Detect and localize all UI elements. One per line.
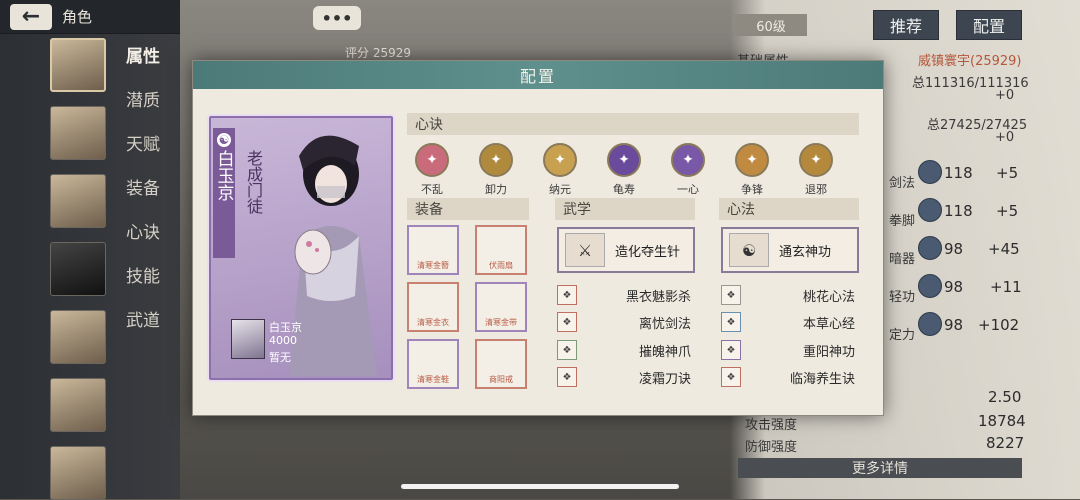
tab-xinjue[interactable]: 心诀 <box>126 218 160 243</box>
stat-lightness-icon <box>918 274 942 298</box>
skill-icon: ❖ <box>721 312 741 332</box>
mp-bonus: +0 <box>995 130 1015 145</box>
extra-stat-value: 2.50 <box>988 388 1022 406</box>
equip-slot-hairpin[interactable]: 清寒金簪 <box>407 225 459 275</box>
skill-icon: ❖ <box>557 312 577 332</box>
config-modal: 配置 白玉京 ☯ 老成门徒 白玉京 4000 暂无 心诀 ✦ 不乱 ✦ 卸力 ✦ 纳元 ✦ 龟… <box>192 60 884 416</box>
character-avatar-list <box>50 38 106 500</box>
xinjue-icon[interactable]: ✦ <box>607 143 641 177</box>
wuxue-skill-item[interactable]: ❖ 凌霜刀诀 <box>557 367 697 387</box>
attack-value: 18784 <box>978 412 1026 430</box>
tab-equipment[interactable]: 装备 <box>126 174 160 199</box>
character-mini-power: 4000 <box>269 334 297 347</box>
character-avatar[interactable] <box>50 38 106 92</box>
equip-slot-boots[interactable]: 清寒金鞋 <box>407 339 459 389</box>
score-tag: 评分 25929 <box>345 46 412 60</box>
xinfa-skill-item[interactable]: ❖ 桃花心法 <box>721 285 861 305</box>
xinjue-label: 龟寿 <box>613 183 635 196</box>
xinfa-section-header: 心法 <box>719 198 859 220</box>
xinjue-label: 一心 <box>677 183 699 196</box>
character-avatar[interactable] <box>50 378 106 432</box>
yin-yang-icon: ☯ <box>216 132 232 148</box>
power-rating: 威镇寰宇(25929) <box>918 54 1022 69</box>
xinjue-icon[interactable]: ✦ <box>543 143 577 177</box>
defense-label: 防御强度 <box>745 440 798 455</box>
hp-bonus: +0 <box>995 88 1015 103</box>
xinjue-label: 争锋 <box>741 183 763 196</box>
category-tabs: 属性 潜质 天赋 装备 心诀 技能 武道 <box>126 42 160 331</box>
tab-potential[interactable]: 潜质 <box>126 86 160 111</box>
character-avatar[interactable] <box>50 174 106 228</box>
skill-icon: ❖ <box>557 340 577 360</box>
skill-icon: ❖ <box>721 367 741 387</box>
page-title: 角色 <box>62 8 93 26</box>
xinjue-icon[interactable]: ✦ <box>735 143 769 177</box>
character-mini-name: 白玉京 <box>269 321 302 334</box>
stat-focus-icon <box>918 312 942 336</box>
chat-bubble-icon[interactable]: ••• <box>313 6 361 30</box>
wuxue-main-skill[interactable]: ⚔ 造化夺生针 <box>557 227 695 273</box>
character-avatar[interactable] <box>50 310 106 364</box>
config-button[interactable]: 配置 <box>956 10 1022 40</box>
xinjue-icon[interactable]: ✦ <box>479 143 513 177</box>
character-avatar[interactable] <box>50 106 106 160</box>
character-avatar-locked[interactable] <box>50 242 106 296</box>
xinjue-icon[interactable]: ✦ <box>415 143 449 177</box>
stat-fist-icon <box>918 198 942 222</box>
more-details-button[interactable]: 更多详情 <box>738 458 1022 478</box>
character-card: 白玉京 ☯ 老成门徒 白玉京 4000 暂无 <box>207 114 395 382</box>
xinjue-label: 卸力 <box>485 183 507 196</box>
skill-icon: ❖ <box>721 340 741 360</box>
back-arrow-icon[interactable]: ← <box>10 3 52 30</box>
equip-slot-ring[interactable]: 商阳戒 <box>475 339 527 389</box>
wuxue-skill-item[interactable]: ❖ 离忧剑法 <box>557 312 697 332</box>
xinjue-label: 退邪 <box>805 183 827 196</box>
xinfa-main-skill[interactable]: ☯ 通玄神功 <box>721 227 859 273</box>
equip-section-header: 装备 <box>407 198 529 220</box>
xinjue-icon[interactable]: ✦ <box>671 143 705 177</box>
defense-value: 8227 <box>986 434 1025 452</box>
xinfa-skill-item[interactable]: ❖ 临海养生诀 <box>721 367 861 387</box>
xinjue-section-header: 心诀 <box>407 113 859 135</box>
equip-slot-belt[interactable]: 清寒金带 <box>475 282 527 332</box>
attack-label: 攻击强度 <box>745 418 798 433</box>
stat-hidden-weapon-icon <box>918 236 942 260</box>
tab-talent[interactable]: 天赋 <box>126 130 160 155</box>
skill-icon: ❖ <box>721 285 741 305</box>
level-badge: 60级 <box>735 14 807 36</box>
xinjue-icon[interactable]: ✦ <box>799 143 833 177</box>
tab-wudao[interactable]: 武道 <box>126 306 160 331</box>
equip-slot-fan[interactable]: 伏雨扇 <box>475 225 527 275</box>
character-mini-state: 暂无 <box>269 351 291 364</box>
character-avatar[interactable] <box>50 446 106 500</box>
wuxue-skill-item[interactable]: ❖ 黑衣魅影杀 <box>557 285 697 305</box>
tab-attributes[interactable]: 属性 <box>126 42 160 67</box>
home-indicator[interactable] <box>401 484 679 489</box>
martial-art-icon: ⚔ <box>565 233 605 267</box>
recommend-button[interactable]: 推荐 <box>873 10 939 40</box>
character-title: 老成门徒 <box>244 150 263 214</box>
top-nav-bar: ← 角色 <box>0 0 180 34</box>
xinjue-label: 纳元 <box>549 183 571 196</box>
wuxue-section-header: 武学 <box>555 198 695 220</box>
xinjue-label: 不乱 <box>421 183 443 196</box>
modal-title: 配置 <box>193 61 883 89</box>
xinfa-skill-item[interactable]: ❖ 重阳神功 <box>721 340 861 360</box>
stat-sword-icon <box>918 160 942 184</box>
equip-slot-robe[interactable]: 清寒金衣 <box>407 282 459 332</box>
meditation-icon: ☯ <box>729 233 769 267</box>
skill-icon: ❖ <box>557 367 577 387</box>
skill-icon: ❖ <box>557 285 577 305</box>
xinfa-skill-item[interactable]: ❖ 本草心经 <box>721 312 861 332</box>
tab-skills[interactable]: 技能 <box>126 262 160 287</box>
wuxue-skill-item[interactable]: ❖ 摧魄神爪 <box>557 340 697 360</box>
character-mini-avatar <box>231 319 265 359</box>
